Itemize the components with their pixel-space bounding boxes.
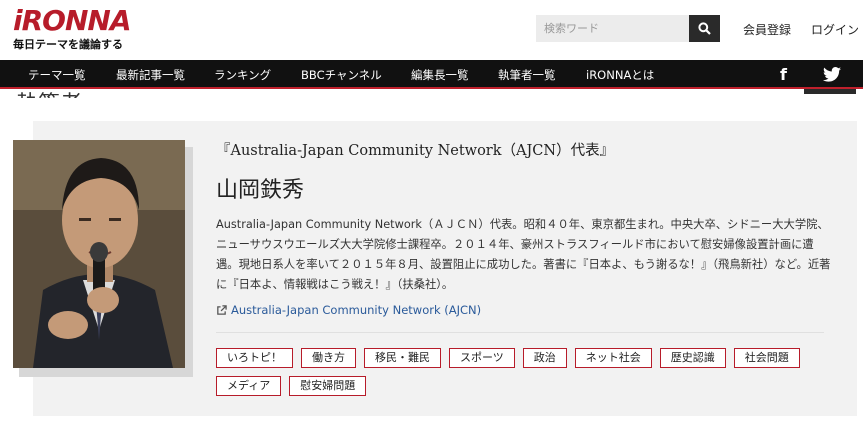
- author-photo: [13, 140, 185, 368]
- nav-item-themes[interactable]: テーマ一覧: [28, 67, 86, 83]
- nav-item-editors[interactable]: 編集長一覧: [411, 67, 469, 83]
- twitter-icon[interactable]: [823, 67, 841, 82]
- tag-item[interactable]: 歴史認識: [659, 348, 726, 368]
- tag-item[interactable]: 政治: [522, 348, 567, 368]
- tag-item[interactable]: スポーツ: [449, 348, 515, 368]
- tag-item[interactable]: いろトピ！: [216, 348, 293, 368]
- logo-wordmark: iRONNA: [13, 4, 131, 37]
- login-link[interactable]: ログイン: [811, 21, 859, 38]
- tag-list: いろトピ！ 働き方 移民・難民 スポーツ 政治 ネット社会 歴史認識 社会問題 …: [216, 348, 816, 396]
- logo-tagline: 毎日テーマを議論する: [13, 38, 123, 51]
- tag-item[interactable]: 働き方: [301, 348, 356, 368]
- site-logo[interactable]: iRONNA 毎日テーマを議論する: [13, 6, 131, 52]
- tag-item[interactable]: メディア: [216, 376, 282, 396]
- external-link[interactable]: Australia-Japan Community Network (AJCN): [216, 303, 481, 317]
- divider: [216, 332, 824, 333]
- external-link-icon: [217, 304, 227, 315]
- search-icon: [698, 22, 711, 35]
- site-header: iRONNA 毎日テーマを議論する 検索ワード 会員登録 ログイン: [0, 0, 863, 60]
- author-bio: Australia-Japan Community Network（ＡＪＣＮ）代…: [216, 218, 831, 291]
- tag-item[interactable]: ネット社会: [574, 348, 652, 368]
- main-nav: テーマ一覧 最新記事一覧 ランキング BBCチャンネル 編集長一覧 執筆者一覧 …: [0, 60, 863, 89]
- nav-item-writers[interactable]: 執筆者一覧: [498, 67, 556, 83]
- section-heading: 執筆者: [16, 86, 82, 98]
- author-affiliation: 『Australia-Japan Community Network（AJCN）…: [216, 143, 615, 159]
- tag-item[interactable]: 社会問題: [733, 348, 800, 368]
- search-input[interactable]: 検索ワード: [536, 15, 689, 42]
- tag-item[interactable]: 移民・難民: [364, 348, 441, 368]
- facebook-icon[interactable]: f: [780, 65, 787, 84]
- nav-item-latest[interactable]: 最新記事一覧: [116, 67, 185, 83]
- nav-item-bbc[interactable]: BBCチャンネル: [301, 67, 382, 83]
- register-link[interactable]: 会員登録: [743, 21, 791, 38]
- nav-item-about[interactable]: iRONNAとは: [586, 67, 654, 83]
- partial-button[interactable]: [804, 89, 856, 94]
- nav-item-ranking[interactable]: ランキング: [214, 67, 271, 83]
- author-name: 山岡鉄秀: [216, 178, 305, 203]
- search-button[interactable]: [689, 15, 720, 42]
- author-portrait-image: [13, 140, 185, 368]
- external-link-label: Australia-Japan Community Network (AJCN): [231, 303, 482, 317]
- tag-item[interactable]: 慰安婦問題: [289, 376, 367, 396]
